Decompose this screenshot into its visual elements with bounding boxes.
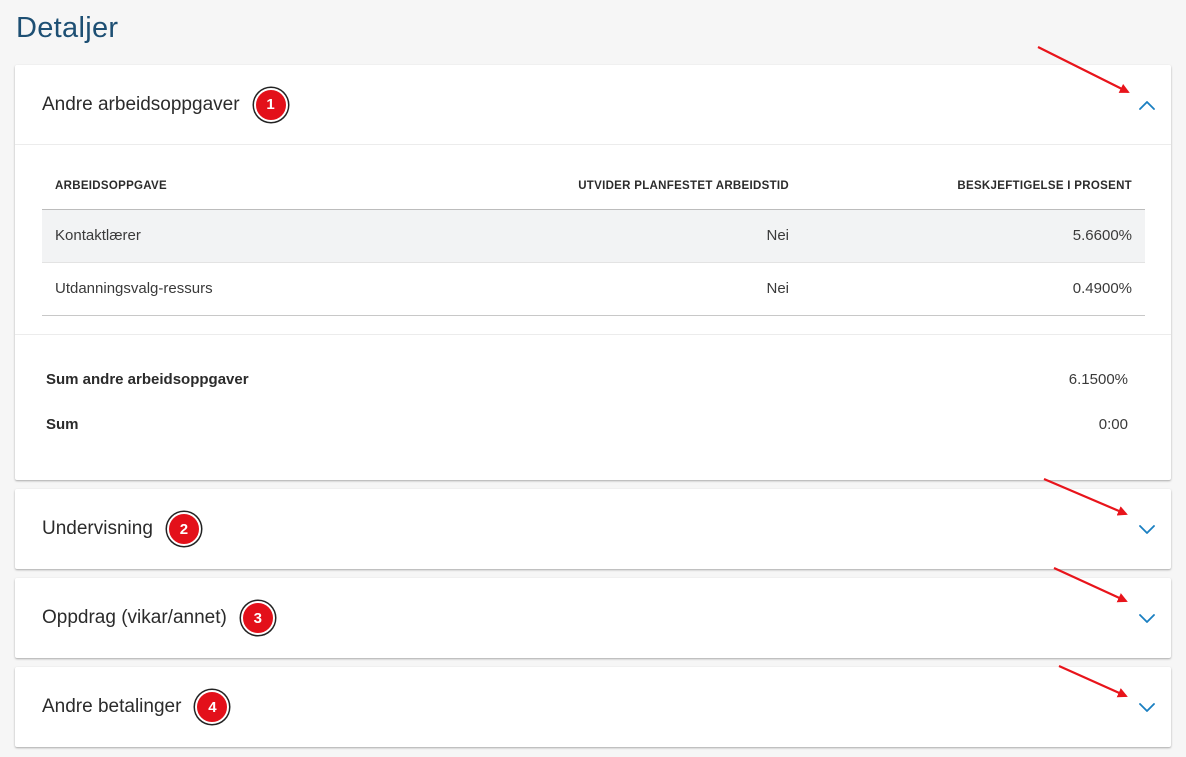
annotation-badge-2: 2 [166,512,201,546]
column-header-beskjeftigelse: BESKJEFTIGELSE I PROSENT [802,163,1145,210]
annotation-badge-3: 3 [240,601,275,635]
table-cell: Nei [462,262,802,316]
sum-value: 6.1500% [1068,370,1128,388]
column-header-utvider: UTVIDER PLANFESTET ARBEIDSTID [462,163,802,210]
accordion-andre-betalinger: Andre betalinger 4 [15,667,1171,747]
accordion-title: Oppdrag (vikar/annet) [42,607,227,628]
sum-label: Sum andre arbeidsoppgaver [46,370,249,388]
tasks-table: ARBEIDSOPPGAVE UTVIDER PLANFESTET ARBEID… [42,163,1145,316]
accordion-oppdrag: Oppdrag (vikar/annet) 3 [15,578,1171,658]
chevron-down-icon[interactable] [1137,519,1157,539]
annotation-badge-4: 4 [195,690,230,724]
page-title: Detaljer [16,12,119,44]
accordion-undervisning: Undervisning 2 [15,489,1171,569]
annotation-badge-1: 1 [253,87,288,122]
table-cell: Nei [462,209,802,263]
accordion-header-oppdrag[interactable]: Oppdrag (vikar/annet) 3 [15,578,1171,658]
table-row: Kontaktlærer Nei 5.6600% [42,209,1145,263]
table-header-row: ARBEIDSOPPGAVE UTVIDER PLANFESTET ARBEID… [42,163,1145,210]
accordion-header-andre-arbeidsoppgaver[interactable]: Andre arbeidsoppgaver 1 [15,65,1171,144]
chevron-down-icon[interactable] [1137,608,1157,628]
chevron-up-icon[interactable] [1137,95,1157,115]
accordion-body: ARBEIDSOPPGAVE UTVIDER PLANFESTET ARBEID… [15,144,1171,482]
table-cell: Utdanningsvalg-ressurs [42,262,462,316]
table-cell: 5.6600% [802,209,1145,263]
sum-row: Sum andre arbeidsoppgaver 6.1500% [46,357,1128,402]
accordion-title: Undervisning [42,518,153,539]
table-cell: 0.4900% [802,262,1145,316]
chevron-down-icon[interactable] [1137,697,1157,717]
column-header-arbeidsoppgave: ARBEIDSOPPGAVE [42,163,462,210]
table-cell: Kontaktlærer [42,209,462,263]
sum-value: 0:00 [1098,415,1128,433]
sum-row: Sum 0:00 [46,402,1128,447]
accordion-andre-arbeidsoppgaver: Andre arbeidsoppgaver 1 ARBEIDSOPPGAVE U… [15,65,1171,480]
table-row: Utdanningsvalg-ressurs Nei 0.4900% [42,262,1145,316]
accordion-header-andre-betalinger[interactable]: Andre betalinger 4 [15,667,1171,747]
accordion-header-undervisning[interactable]: Undervisning 2 [15,489,1171,569]
accordion-title: Andre arbeidsoppgaver [42,93,240,115]
sum-section: Sum andre arbeidsoppgaver 6.1500% Sum 0:… [15,333,1171,482]
accordion-title: Andre betalinger [42,696,182,717]
page: Detaljer Andre arbeidsoppgaver 1 ARBEIDS… [0,0,1186,757]
sum-label: Sum [46,415,79,433]
